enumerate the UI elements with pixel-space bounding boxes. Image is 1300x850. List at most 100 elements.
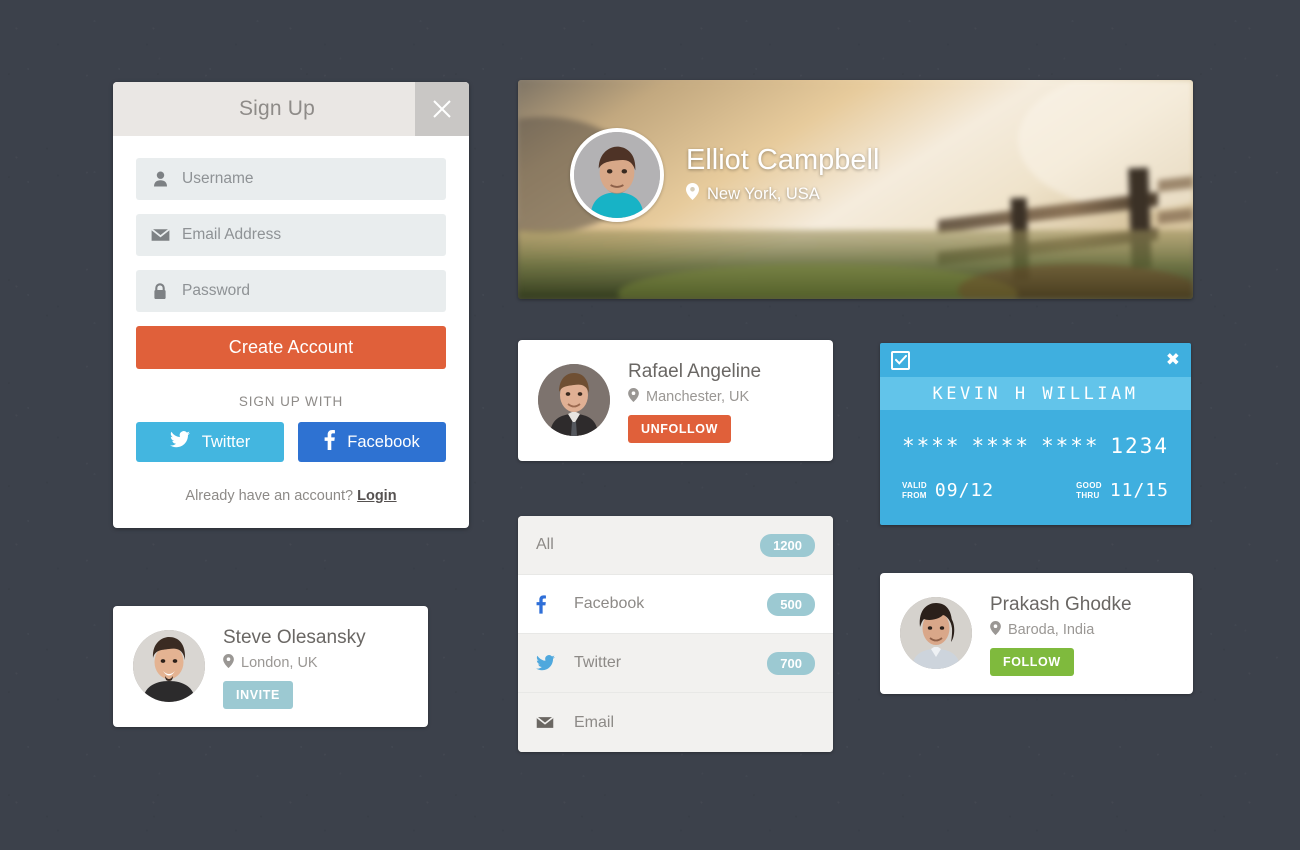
good-thru-line1: GOOD: [1076, 480, 1102, 490]
banner-location-label: New York, USA: [707, 184, 820, 203]
social-filter-list: All 1200 Facebook 500 Twitter 700 Email: [518, 516, 833, 752]
email-input[interactable]: [172, 214, 434, 256]
password-field-wrapper: [136, 270, 446, 312]
avatar-image: [900, 597, 972, 670]
banner-name: Elliot Campbell: [686, 143, 880, 176]
avatar-prakash-ghodke[interactable]: [900, 597, 972, 670]
profile-info-prakash: Prakash Ghodke Baroda, India FOLLOW: [990, 591, 1132, 676]
profile-location-label: Manchester, UK: [646, 388, 750, 405]
email-field-wrapper: [136, 214, 446, 256]
signup-modal-header: Sign Up: [113, 82, 469, 136]
avatar-image: [133, 630, 205, 703]
card-number-group-1: ****: [902, 434, 961, 458]
card-number-group-3: ****: [1040, 434, 1100, 458]
map-pin-icon: [990, 620, 1001, 639]
good-thru-value: 11/15: [1109, 480, 1169, 501]
map-pin-icon: [223, 653, 234, 672]
profile-name: Rafael Angeline: [628, 361, 762, 382]
profile-name: Steve Olesansky: [223, 627, 366, 648]
signup-close-button[interactable]: [415, 82, 469, 136]
follow-button[interactable]: FOLLOW: [990, 647, 1074, 676]
good-thru-line2: THRU: [1076, 490, 1100, 500]
avatar-image: [574, 132, 660, 218]
avatar-rafael-angeline[interactable]: [538, 364, 610, 437]
credit-card-valid-from: VALID FROM 09/12: [902, 480, 994, 501]
social-signup-row: Twitter Facebook: [136, 422, 446, 462]
map-pin-icon: [628, 387, 639, 406]
profile-location-label: London, UK: [241, 654, 318, 671]
profile-card-steve: Steve Olesansky London, UK INVITE: [113, 606, 428, 727]
signup-with-label: SIGN UP WITH: [238, 394, 344, 409]
map-pin-icon: [686, 183, 699, 205]
unfollow-button[interactable]: UNFOLLOW: [628, 414, 732, 443]
credit-card-top-bar: ✖: [880, 343, 1191, 377]
valid-from-label: VALID FROM: [902, 481, 927, 501]
credit-card-good-thru: GOOD THRU 11/15: [1076, 480, 1169, 501]
social-list-badge: 1200: [760, 533, 815, 557]
user-icon: [148, 171, 172, 187]
banner-location: New York, USA: [686, 183, 879, 205]
credit-card-name-bar: KEVIN H WILLIAM: [880, 377, 1191, 410]
profile-location: London, UK: [223, 653, 366, 672]
twitter-icon: [536, 655, 564, 671]
envelope-icon: [536, 716, 564, 729]
avatar-image: [538, 364, 610, 437]
username-field-wrapper: [136, 158, 446, 200]
twitter-signup-label: Twitter: [201, 432, 251, 451]
signup-modal-title: Sign Up: [238, 97, 316, 120]
card-number-group-4: 1234: [1110, 434, 1169, 458]
login-link[interactable]: Login: [357, 488, 396, 504]
profile-location-label: Baroda, India: [1008, 621, 1095, 638]
social-list-row-email[interactable]: Email: [518, 693, 833, 752]
already-label: Already have an account?: [185, 488, 354, 504]
facebook-signup-label: Facebook: [347, 432, 420, 451]
social-list-badge: 500: [767, 592, 815, 616]
avatar-steve-olesansky[interactable]: [133, 630, 205, 703]
social-list-label: Twitter: [574, 654, 622, 671]
twitter-signup-button[interactable]: Twitter: [136, 422, 284, 462]
checkbox-checked-icon[interactable]: [891, 350, 910, 370]
username-input[interactable]: [172, 158, 434, 200]
twitter-icon: [169, 431, 190, 453]
facebook-icon: [536, 594, 564, 614]
social-list-row-all[interactable]: All 1200: [518, 516, 833, 575]
credit-card-dates: VALID FROM 09/12 GOOD THRU 11/15: [880, 458, 1191, 525]
banner-text-block: Elliot Campbell New York, USA: [686, 143, 880, 206]
close-x-icon: [431, 98, 453, 120]
facebook-icon: [324, 429, 336, 455]
card-number-group-2: ****: [971, 434, 1031, 458]
avatar-elliot-campbell[interactable]: [570, 128, 664, 222]
signup-modal: Sign Up Username Email Address Create Ac…: [113, 82, 469, 528]
credit-card-close-button[interactable]: ✖: [1166, 351, 1180, 369]
profile-card-prakash: Prakash Ghodke Baroda, India FOLLOW: [880, 573, 1193, 694]
valid-from-line1: VALID: [902, 480, 927, 490]
banner-profile: Elliot Campbell New York, USA: [570, 128, 879, 222]
envelope-icon: [148, 228, 172, 242]
signup-modal-body: Create Account SIGN UP WITH Twitter Face…: [113, 136, 469, 528]
social-list-row-facebook[interactable]: Facebook 500: [518, 575, 833, 634]
profile-card-rafael: Rafael Angeline Manchester, UK UNFOLLOW: [518, 340, 833, 461]
facebook-signup-button[interactable]: Facebook: [298, 422, 446, 462]
credit-card-holder-name: KEVIN H WILLIAM: [932, 383, 1139, 404]
credit-card-widget: ✖ KEVIN H WILLIAM **** **** **** 1234 VA…: [880, 343, 1191, 525]
profile-location: Manchester, UK: [628, 387, 761, 406]
social-list-label: Email: [574, 713, 615, 731]
create-account-button[interactable]: Create Account: [136, 326, 446, 369]
profile-info-rafael: Rafael Angeline Manchester, UK UNFOLLOW: [628, 358, 761, 443]
valid-from-value: 09/12: [934, 480, 995, 501]
social-list-label: Facebook: [574, 595, 645, 612]
profile-location: Baroda, India: [990, 620, 1132, 639]
already-have-account-text: Already have an account? Login: [136, 488, 446, 504]
social-list-label: All: [536, 536, 554, 553]
lock-icon: [148, 282, 172, 300]
profile-info-steve: Steve Olesansky London, UK INVITE: [223, 624, 366, 709]
social-list-badge: 700: [767, 651, 815, 675]
valid-from-line2: FROM: [902, 490, 927, 500]
profile-name: Prakash Ghodke: [990, 594, 1132, 615]
social-list-row-twitter[interactable]: Twitter 700: [518, 634, 833, 693]
good-thru-label: GOOD THRU: [1076, 481, 1102, 501]
credit-card-number: **** **** **** 1234: [880, 410, 1191, 458]
profile-banner: Elliot Campbell New York, USA: [518, 80, 1193, 299]
invite-button[interactable]: INVITE: [223, 680, 293, 709]
password-input[interactable]: [172, 270, 434, 312]
